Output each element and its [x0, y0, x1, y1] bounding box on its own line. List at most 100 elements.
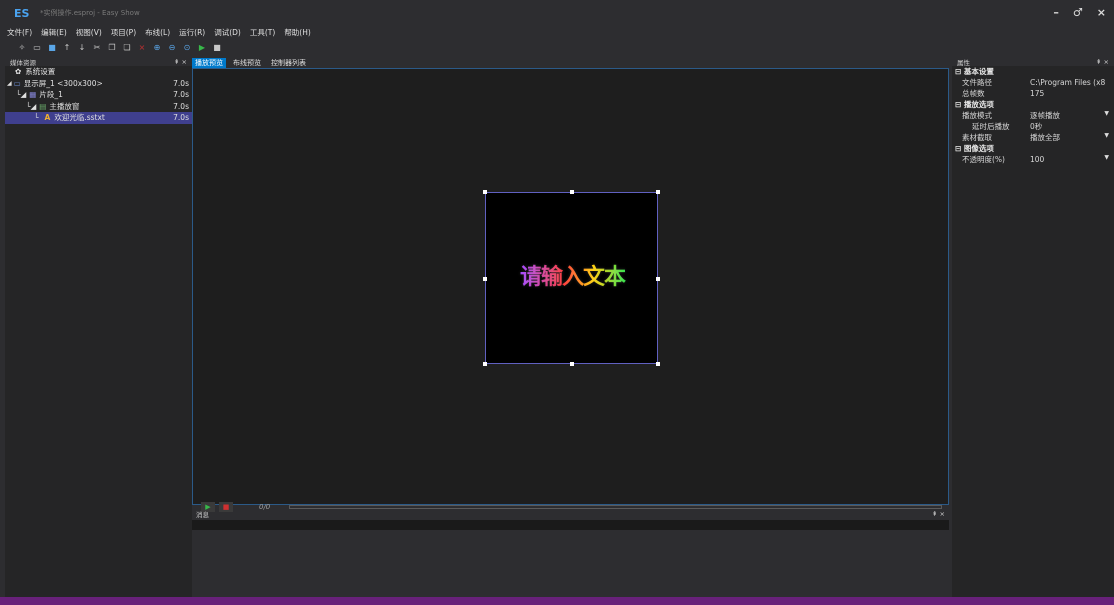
cut-icon[interactable]: ✂ [93, 43, 101, 52]
stop-icon[interactable]: ■ [213, 43, 221, 52]
prop-value[interactable]: 100 [1030, 155, 1114, 164]
panel-close-icon[interactable]: × [182, 58, 187, 66]
tree-branch-icon: └◢ [16, 90, 27, 100]
tree-item-label: 欢迎光临.sstxt [54, 113, 105, 123]
menu-project[interactable]: 项目(P) [111, 27, 136, 38]
media-panel-header: 媒体资源 ⇞ × [5, 57, 192, 67]
prop-value[interactable]: 0秒 [1030, 121, 1114, 132]
tree-item-system-settings[interactable]: ✿ 系统设置 [5, 66, 192, 78]
prop-value[interactable]: C:\Program Files (x8 [1030, 78, 1114, 87]
tree-item-label: 主播放窗 [49, 101, 80, 111]
menu-help[interactable]: 帮助(H) [284, 27, 311, 38]
toolbar: ✧ ▭ ■ ↑ ↓ ✂ ❐ ❏ × ⊕ ⊖ ⊙ ▶ ■ [18, 40, 221, 54]
move-down-icon[interactable]: ↓ [78, 43, 86, 52]
resize-handle-s[interactable] [570, 362, 574, 366]
monitor-icon: ▭ [13, 78, 21, 88]
tree-item-text-file[interactable]: └ A 欢迎光临.sstxt 7.0s [5, 112, 192, 124]
tree-branch-icon: └ [34, 113, 39, 123]
expand-arrow-icon[interactable]: ◢ [7, 80, 12, 87]
text-file-icon: A [44, 113, 51, 123]
open-icon[interactable]: ▭ [33, 43, 41, 52]
zoom-fit-icon[interactable]: ⊙ [183, 43, 191, 52]
menu-view[interactable]: 视图(V) [76, 27, 102, 38]
resize-handle-se[interactable] [656, 362, 660, 366]
resize-handle-w[interactable] [483, 277, 487, 281]
window-title: *实例操作.esproj - Easy Show [40, 9, 140, 17]
zoom-out-icon[interactable]: ⊖ [168, 43, 176, 52]
tree-item-main-window[interactable]: └◢ ▤ 主播放窗 7.0s [5, 101, 192, 113]
resize-handle-n[interactable] [570, 190, 574, 194]
collapse-icon[interactable]: ⊟ [955, 144, 964, 153]
panel-close-icon[interactable]: × [1104, 58, 1109, 66]
duration-label: 7.0s [173, 101, 189, 111]
collapse-icon[interactable]: ⊟ [955, 67, 964, 76]
resize-handle-ne[interactable] [656, 190, 660, 194]
gear-icon: ✿ [15, 67, 22, 77]
prop-delay-play[interactable]: 延时后播放 0秒 [952, 121, 1114, 132]
section-play-options[interactable]: ⊟ 播放选项 [952, 99, 1114, 110]
prop-value[interactable]: 逐帧播放 [1030, 110, 1114, 121]
section-image-options[interactable]: ⊟ 图像选项 [952, 143, 1114, 154]
menu-file[interactable]: 文件(F) [7, 27, 32, 38]
menu-debug[interactable]: 调试(D) [214, 27, 241, 38]
prop-file-path[interactable]: 文件路径 C:\Program Files (x8 [952, 77, 1114, 88]
panel-close-icon[interactable]: × [940, 510, 945, 518]
minimize-button[interactable]: – [1053, 6, 1059, 19]
message-panel-title: 消息 [196, 510, 209, 519]
prop-total-frames[interactable]: 总帧数 175 [952, 88, 1114, 99]
pin-icon[interactable]: ⇞ [1096, 58, 1101, 66]
pin-icon[interactable]: ⇞ [932, 510, 937, 518]
pin-icon[interactable]: ⇞ [174, 58, 179, 66]
section-title: 基本设置 [963, 67, 994, 76]
close-button[interactable]: × [1097, 6, 1106, 19]
copy-icon[interactable]: ❐ [108, 43, 116, 52]
menu-edit[interactable]: 编辑(E) [41, 27, 67, 38]
prop-value[interactable]: 播放全部 [1030, 132, 1114, 143]
tree-item-display[interactable]: ◢ ▭ 显示屏_1 <300x300> 7.0s [5, 78, 192, 90]
menu-bar: 文件(F) 编辑(E) 视图(V) 项目(P) 布线(L) 运行(R) 调试(D… [7, 26, 311, 39]
resize-handle-sw[interactable] [483, 362, 487, 366]
dropdown-arrow-icon[interactable]: ▼ [1104, 154, 1109, 161]
prop-key: 总帧数 [962, 89, 985, 98]
prop-opacity[interactable]: 不透明度(%) 100 ▼ [952, 154, 1114, 165]
tree-branch-icon: └◢ [26, 101, 37, 111]
preview-canvas[interactable]: 请输入文本 ▶ ■ 0/0 [192, 68, 949, 512]
duration-label: 7.0s [173, 113, 189, 123]
menu-wiring[interactable]: 布线(L) [145, 27, 170, 38]
collapse-icon[interactable]: ⊟ [955, 100, 964, 109]
property-panel: 属性 ⇞ × ⊟ 基本设置 文件路径 C:\Program Files (x8 … [952, 57, 1114, 597]
resize-handle-nw[interactable] [483, 190, 487, 194]
maximize-button[interactable]: ♂ [1073, 6, 1083, 19]
play-icon[interactable]: ▶ [198, 43, 206, 52]
dropdown-arrow-icon[interactable]: ▼ [1104, 110, 1109, 117]
tree-item-clip[interactable]: └◢ ▦ 片段_1 7.0s [5, 89, 192, 101]
prop-play-mode[interactable]: 播放模式 逐帧播放 ▼ [952, 110, 1114, 121]
prop-key: 素材截取 [962, 133, 992, 142]
resize-handle-e[interactable] [656, 277, 660, 281]
new-project-icon[interactable]: ✧ [18, 43, 26, 52]
move-up-icon[interactable]: ↑ [63, 43, 71, 52]
paste-icon[interactable]: ❏ [123, 43, 131, 52]
tab-wiring-preview[interactable]: 布线预览 [230, 58, 264, 68]
prop-key: 不透明度(%) [962, 155, 1005, 164]
tab-play-preview[interactable]: 播放预览 [192, 58, 226, 68]
tab-controller-list[interactable]: 控制器列表 [268, 58, 309, 68]
stage-text[interactable]: 请输入文本 [486, 259, 659, 291]
property-panel-header: 属性 ⇞ × [952, 57, 1114, 67]
property-panel-title: 属性 [957, 58, 970, 67]
message-panel-body [192, 520, 949, 530]
prop-value[interactable]: 175 [1030, 89, 1114, 98]
duration-label: 7.0s [173, 90, 189, 100]
delete-icon[interactable]: × [138, 43, 146, 52]
dropdown-arrow-icon[interactable]: ▼ [1104, 132, 1109, 139]
display-stage[interactable]: 请输入文本 [483, 190, 660, 366]
editor-area: 播放预览 布线预览 控制器列表 请输入文本 ▶ ■ 0/0 消息 ⇞ × [192, 57, 949, 597]
menu-run[interactable]: 运行(R) [179, 27, 205, 38]
menu-tools[interactable]: 工具(T) [250, 27, 275, 38]
section-basic-settings[interactable]: ⊟ 基本设置 [952, 66, 1114, 77]
zoom-in-icon[interactable]: ⊕ [153, 43, 161, 52]
tree-item-label: 系统设置 [25, 67, 56, 77]
save-icon[interactable]: ■ [48, 43, 56, 52]
prop-material-clip[interactable]: 素材截取 播放全部 ▼ [952, 132, 1114, 143]
prop-key: 文件路径 [962, 78, 992, 87]
